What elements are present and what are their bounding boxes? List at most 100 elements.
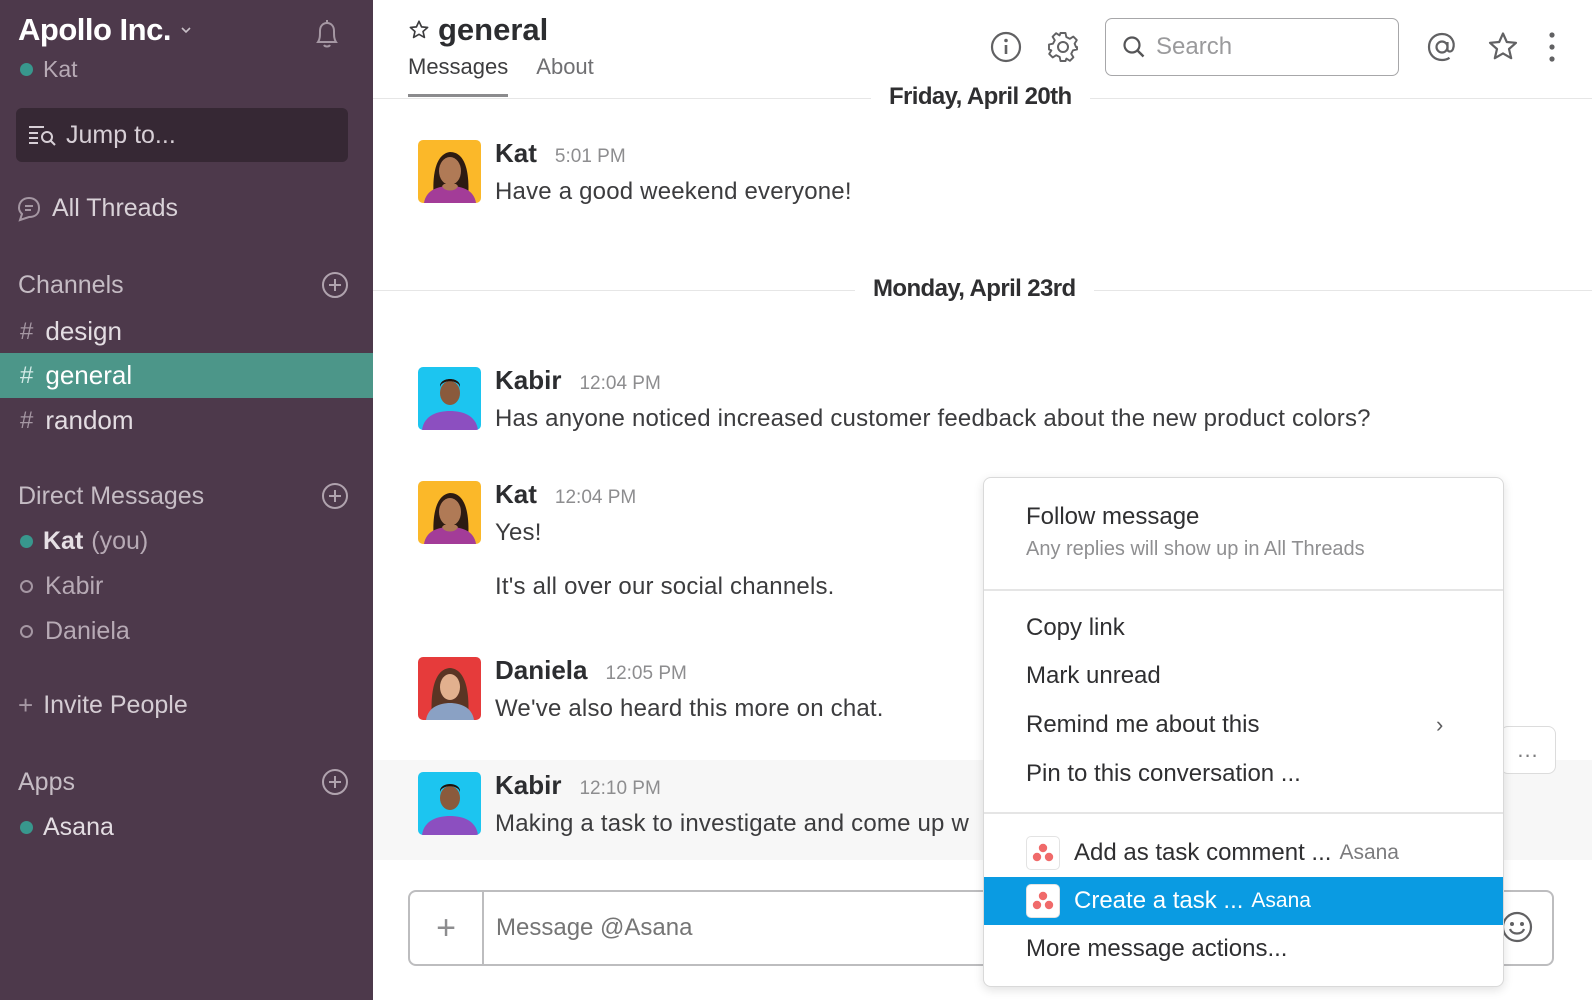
more-vertical-icon[interactable] xyxy=(1535,30,1569,64)
channels-header-label[interactable]: Channels xyxy=(18,271,124,300)
channel-name: general xyxy=(45,360,133,390)
menu-item-copy-link[interactable]: Copy link xyxy=(984,608,1503,648)
sidebar: Apollo Inc. Kat Jump to... All Threads C… xyxy=(0,0,373,1000)
hash-icon: # xyxy=(20,406,34,434)
apps-header-label[interactable]: Apps xyxy=(18,768,75,797)
channel-name: general xyxy=(438,12,549,47)
message-text: Making a task to investigate and come up… xyxy=(495,810,969,837)
channel-tabs: Messages About xyxy=(408,54,622,97)
tab-about[interactable]: About xyxy=(536,54,594,97)
menu-item-more-actions[interactable]: More message actions... xyxy=(984,928,1503,970)
message-header: Kat 5:01 PM xyxy=(495,138,626,169)
message-timestamp[interactable]: 12:04 PM xyxy=(555,487,636,509)
menu-item-label: Create a task ... xyxy=(1074,887,1244,914)
invite-label: Invite People xyxy=(43,691,188,719)
team-name: Apollo Inc. xyxy=(18,12,171,47)
menu-item-mark-unread[interactable]: Mark unread xyxy=(984,656,1503,696)
sidebar-channel-random[interactable]: # random xyxy=(0,398,373,443)
menu-item-app: Asana xyxy=(1339,841,1399,864)
sidebar-dm-kabir[interactable]: Kabir xyxy=(20,572,103,601)
avatar-kat[interactable] xyxy=(418,481,481,544)
day-label: Monday, April 23rd xyxy=(855,275,1094,303)
menu-item-label: More message actions... xyxy=(1026,935,1288,962)
avatar-kabir[interactable] xyxy=(418,367,481,430)
hash-icon: # xyxy=(20,361,34,389)
jump-to-label: Jump to... xyxy=(66,120,176,149)
current-user[interactable]: Kat xyxy=(20,56,78,83)
add-dm-icon[interactable] xyxy=(320,481,350,511)
dm-header-label[interactable]: Direct Messages xyxy=(18,482,204,511)
invite-people-link[interactable]: + Invite People xyxy=(18,690,188,721)
presence-away-icon xyxy=(20,580,33,593)
menu-item-label: Pin to this conversation ... xyxy=(1026,760,1301,787)
menu-separator xyxy=(984,812,1503,814)
message-timestamp[interactable]: 5:01 PM xyxy=(555,146,626,168)
presence-active-icon xyxy=(20,63,33,76)
all-threads-link[interactable]: All Threads xyxy=(16,194,178,223)
menu-item-label: Remind me about this xyxy=(1026,711,1260,738)
avatar-kabir[interactable] xyxy=(418,772,481,835)
star-icon[interactable] xyxy=(408,19,430,41)
channel-title: general xyxy=(408,12,548,48)
app-name: Asana xyxy=(43,813,114,841)
message-context-menu: Follow message Any replies will show up … xyxy=(983,477,1504,987)
gear-icon[interactable] xyxy=(1046,30,1080,64)
all-threads-label: All Threads xyxy=(52,194,178,222)
sidebar-channel-general[interactable]: # general xyxy=(0,353,373,398)
asana-icon xyxy=(1026,836,1060,870)
search-icon xyxy=(1123,36,1145,58)
menu-item-label: Mark unread xyxy=(1026,662,1161,689)
add-channel-icon[interactable] xyxy=(320,270,350,300)
emoji-icon[interactable] xyxy=(1500,910,1534,944)
tab-messages[interactable]: Messages xyxy=(408,54,509,97)
message-author[interactable]: Kabir xyxy=(495,770,561,801)
plus-icon: + xyxy=(18,690,34,720)
message-more-actions-button[interactable]: ... xyxy=(1500,726,1556,774)
message-timestamp[interactable]: 12:05 PM xyxy=(606,663,687,685)
search-input[interactable]: Search xyxy=(1105,18,1399,76)
sidebar-channel-design[interactable]: # design xyxy=(0,309,373,354)
message-text: We've also heard this more on chat. xyxy=(495,695,884,722)
message-author[interactable]: Kabir xyxy=(495,365,561,396)
message-timestamp[interactable]: 12:04 PM xyxy=(579,373,660,395)
message-author[interactable]: Kat xyxy=(495,138,537,169)
jump-search-icon xyxy=(29,126,56,146)
dm-name: Kat xyxy=(43,527,84,555)
menu-item-label: Add as task comment ... xyxy=(1074,839,1332,866)
message-header: Kat 12:04 PM xyxy=(495,479,636,510)
menu-item-add-task-comment[interactable]: Add as task comment ... Asana xyxy=(984,830,1503,876)
chevron-right-icon: › xyxy=(1436,712,1444,737)
message-timestamp[interactable]: 12:10 PM xyxy=(579,778,660,800)
sidebar-dm-kat[interactable]: Kat (you) xyxy=(20,527,148,556)
hash-icon: # xyxy=(20,317,34,345)
message-header: Kabir 12:10 PM xyxy=(495,770,661,801)
avatar-kat[interactable] xyxy=(418,140,481,203)
message-author[interactable]: Daniela xyxy=(495,655,588,686)
team-switcher[interactable]: Apollo Inc. xyxy=(18,12,193,48)
menu-item-remind-me[interactable]: Remind me about this › xyxy=(984,705,1503,745)
attach-button[interactable]: + xyxy=(410,892,484,964)
bell-icon[interactable] xyxy=(308,15,346,53)
starred-items-icon[interactable] xyxy=(1486,30,1520,64)
channels-header: Channels xyxy=(18,270,350,300)
dm-name: Kabir xyxy=(45,572,104,600)
message-author[interactable]: Kat xyxy=(495,479,537,510)
sidebar-app-asana[interactable]: Asana xyxy=(20,813,114,842)
threads-icon xyxy=(17,196,41,222)
message-text: It's all over our social channels. xyxy=(495,573,835,600)
chevron-down-icon xyxy=(181,27,191,34)
menu-item-create-task[interactable]: Create a task ... Asana xyxy=(984,877,1503,925)
sidebar-dm-daniela[interactable]: Daniela xyxy=(20,617,130,646)
add-app-icon[interactable] xyxy=(320,767,350,797)
jump-to-button[interactable]: Jump to... xyxy=(16,108,348,162)
presence-active-icon xyxy=(20,535,33,548)
asana-icon xyxy=(1026,884,1060,918)
menu-item-follow-message[interactable]: Follow message xyxy=(984,500,1503,534)
menu-item-description: Any replies will show up in All Threads xyxy=(1026,538,1365,560)
info-icon[interactable] xyxy=(989,30,1023,64)
menu-item-label: Follow message xyxy=(1026,503,1200,530)
avatar-daniela[interactable] xyxy=(418,657,481,720)
menu-item-pin[interactable]: Pin to this conversation ... xyxy=(984,754,1503,794)
apps-header: Apps xyxy=(18,767,350,797)
mentions-icon[interactable] xyxy=(1425,30,1459,64)
